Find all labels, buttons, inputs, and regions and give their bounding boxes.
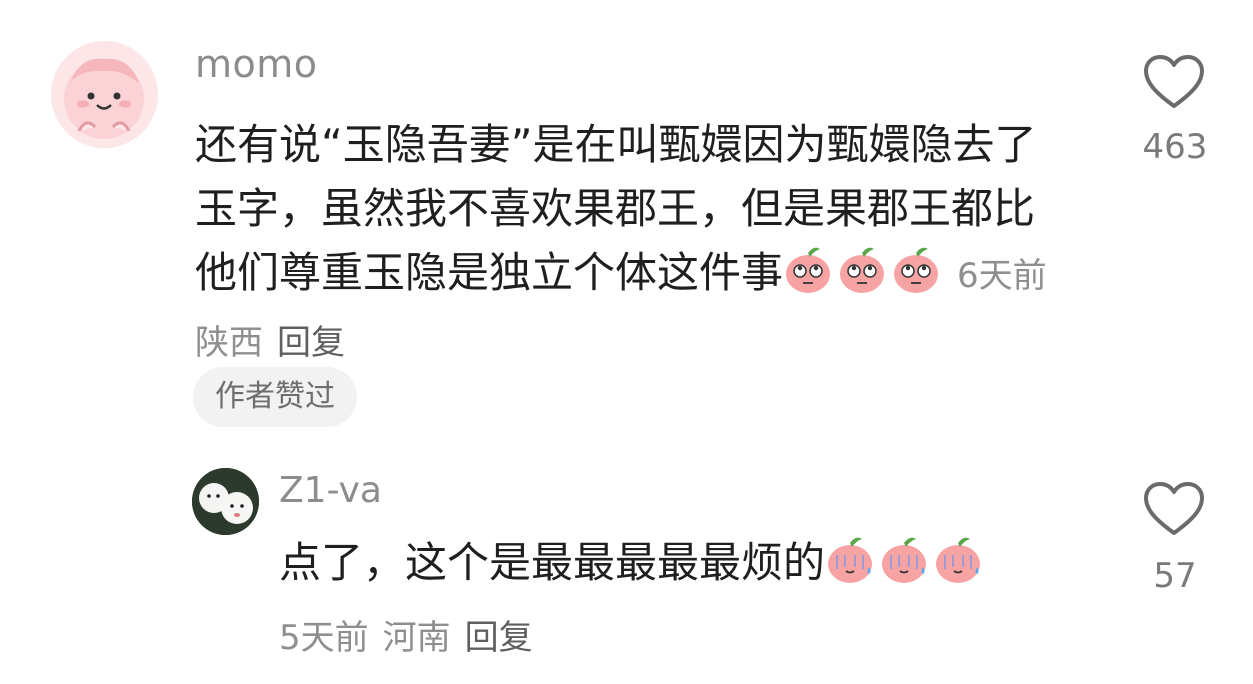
reply-reply-button[interactable]: 回复 [465,618,533,658]
reply-body: 点了，这个是最最最最最烦的 [279,538,826,587]
reply-location: 河南 [382,618,451,658]
username[interactable]: momo [195,42,318,86]
author-liked-badge: 作者赞过 [193,367,357,427]
like-button[interactable] [1141,54,1207,114]
like-count: 463 [1142,127,1208,167]
peach-eyeroll-emoji [786,247,831,293]
peach-eyeroll-emoji [894,247,939,293]
reply-time: 5天前 [279,618,369,658]
comment-text: 还有说“玉隐吾妻”是在叫甄嬛因为甄嬛隐去了玉字，虽然我不喜欢果郡王，但是果郡王都… [195,113,1055,375]
reply-avatar[interactable] [192,468,259,535]
emoji-group [783,247,945,297]
comment-time: 6天前 [957,256,1047,296]
peach-sweat-emoji [936,537,981,583]
peach-eyeroll-emoji [840,247,885,293]
peach-sweat-emoji [882,537,927,583]
reply-text: 点了，这个是最最最最最烦的 [279,533,987,593]
avatar[interactable] [51,41,158,148]
heart-icon[interactable] [1143,481,1205,537]
heart-icon[interactable] [1143,54,1205,110]
reply-meta: 5天前 河南 回复 [279,610,533,659]
comment-location: 陕西 [195,323,263,363]
reply-username[interactable]: Z1-va [279,470,382,511]
reply-like-button[interactable] [1141,481,1207,541]
emoji-group [825,537,987,587]
reply-button[interactable]: 回复 [277,323,345,363]
reply-like-count: 57 [1153,556,1197,596]
peach-sweat-emoji [828,537,873,583]
